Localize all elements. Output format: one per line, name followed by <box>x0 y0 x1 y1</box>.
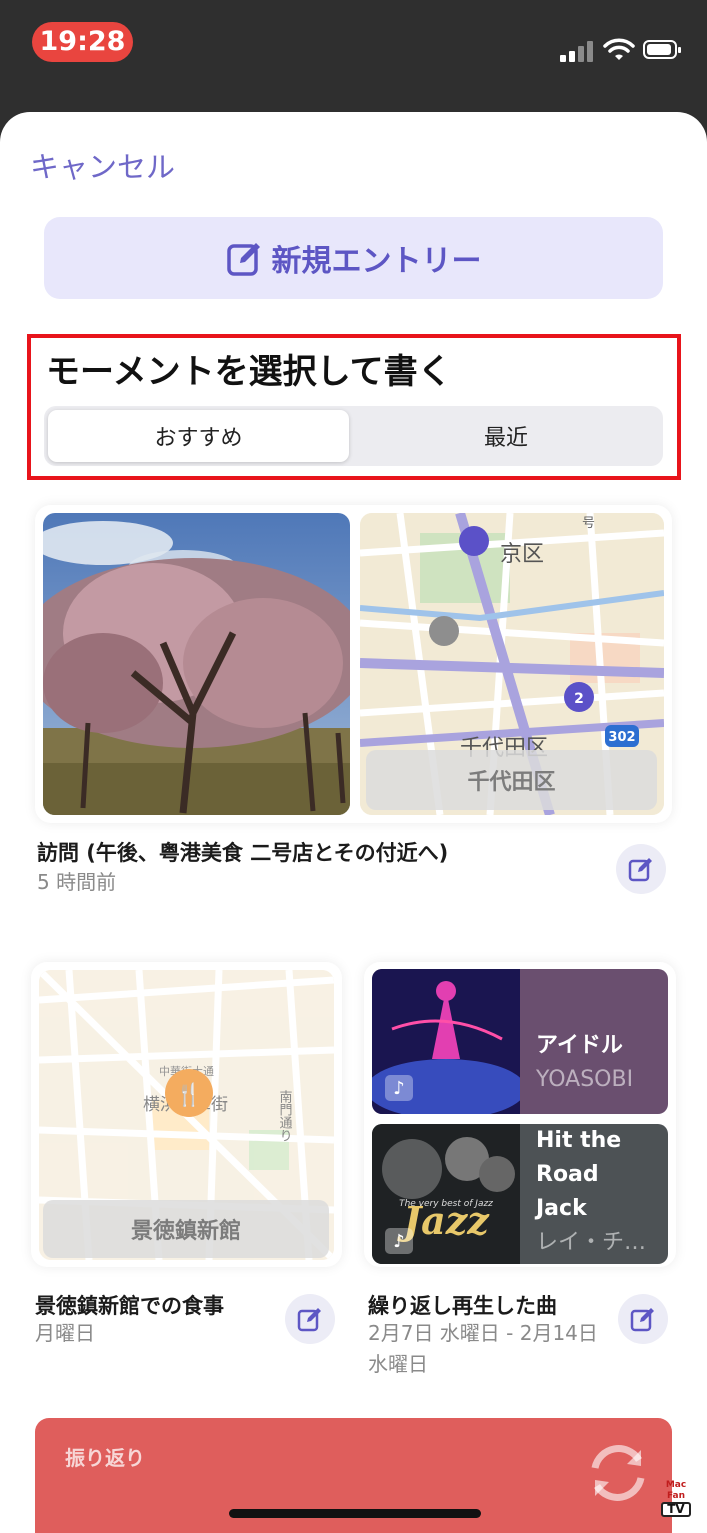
tab-recommended[interactable]: おすすめ <box>48 410 349 462</box>
songs-card-title: 繰り返し再生した曲 <box>368 1294 557 1318</box>
clock-time: 19:28 <box>32 22 133 62</box>
music-note-icon: ♪ <box>385 1075 413 1101</box>
compose-icon <box>630 1308 654 1332</box>
meal-card-time: 月曜日 <box>35 1321 95 1345</box>
visit-card-title: 訪問 (午後、粤港美食 二号店とその付近へ) <box>37 841 449 865</box>
songs-edit-button[interactable] <box>618 1294 668 1344</box>
new-entry-button[interactable]: 新規エントリー <box>44 217 663 299</box>
battery-icon <box>643 40 681 59</box>
visit-card-time: 5 時間前 <box>37 870 117 894</box>
visit-moment-card[interactable]: 2 302 京区 千代田区 号 千代田区 <box>35 505 672 823</box>
home-indicator <box>229 1509 481 1518</box>
map-place-label: 景徳鎮新館 <box>43 1200 329 1258</box>
cancel-button[interactable]: キャンセル <box>30 144 175 186</box>
restaurant-icon: 🍴 <box>175 1082 202 1108</box>
refresh-icon[interactable] <box>583 1438 653 1508</box>
map-misc-label: 号 <box>582 516 595 531</box>
new-entry-label: 新規エントリー <box>271 244 482 279</box>
reflection-label: 振り返り <box>65 1446 145 1470</box>
compose-icon <box>297 1308 321 1332</box>
visit-edit-button[interactable] <box>616 844 666 894</box>
visit-location-map: 2 302 京区 千代田区 号 千代田区 <box>360 513 664 815</box>
watermark-line2: TV <box>661 1502 691 1517</box>
meal-edit-button[interactable] <box>285 1294 335 1344</box>
song-title: アイドル <box>536 1033 623 1058</box>
song-item[interactable]: ♪ アイドル YOASOBI <box>372 969 668 1114</box>
map-place-label: 千代田区 <box>366 750 657 810</box>
map-route-badge: 302 <box>608 730 635 745</box>
wifi-icon <box>603 38 635 60</box>
segmented-control: おすすめ 最近 <box>44 406 663 466</box>
song-item[interactable]: Jazz The very best of Jazz ♪ Hit the Roa… <box>372 1124 668 1264</box>
section-title: モーメントを選択して書く <box>46 352 452 392</box>
songs-card-date-range: 2月7日 水曜日 - 2月14日 水曜日 <box>368 1321 598 1376</box>
plum-blossom-photo <box>43 513 350 815</box>
tab-recent[interactable]: 最近 <box>353 410 659 462</box>
meal-moment-card[interactable]: 中華街大通 横浜中華街 南門通り 🍴 景徳鎮新館 <box>31 962 342 1267</box>
map-cluster-count: 2 <box>574 691 584 707</box>
music-note-icon: ♪ <box>385 1228 413 1254</box>
map-street-label-2: 南門通り <box>277 1089 293 1142</box>
cellular-signal-icon <box>560 40 596 62</box>
song-title: Hit the Road Jack <box>536 1128 622 1221</box>
moment-picker-sheet: キャンセル 新規エントリー モーメントを選択して書く おすすめ 最近 2 302… <box>0 112 707 1533</box>
status-bar: 19:28 <box>0 0 707 110</box>
meal-card-title: 景徳鎮新館での食事 <box>35 1294 224 1318</box>
map-district-label: 京区 <box>500 542 544 567</box>
song-artist: レイ・チ… <box>536 1230 647 1255</box>
compose-icon <box>226 243 260 276</box>
compose-icon <box>628 858 652 882</box>
watermark-line1: Mac Fan <box>665 1480 687 1501</box>
song-artist: YOASOBI <box>536 1067 634 1092</box>
watermark-logo: Mac Fan TV <box>658 1480 694 1517</box>
album-title-text: The very best of Jazz <box>399 1199 493 1209</box>
